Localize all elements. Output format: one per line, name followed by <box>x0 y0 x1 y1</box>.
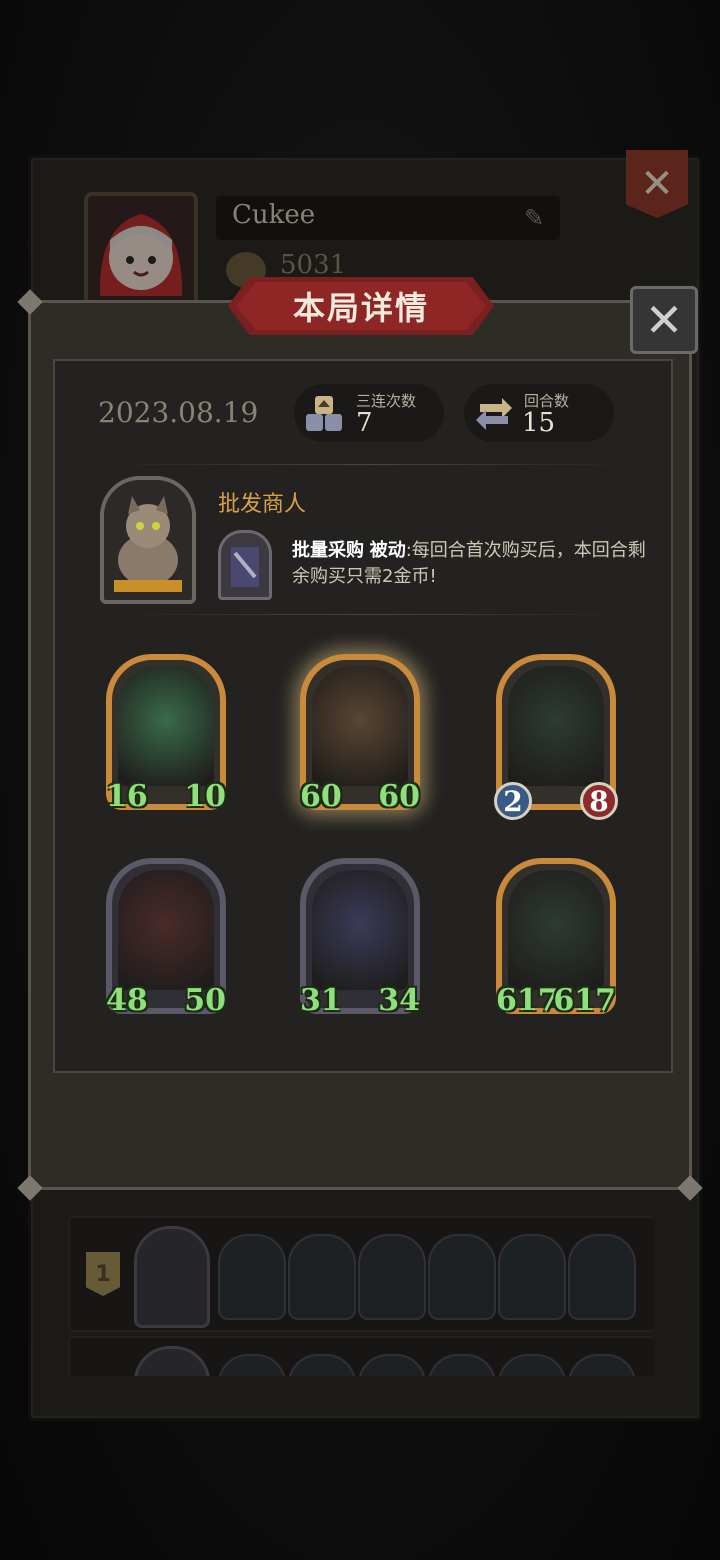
unit-portrait <box>312 870 408 990</box>
close-icon: ✕ <box>644 293 684 347</box>
modal-title: 本局详情 <box>292 289 429 327</box>
unit-portrait <box>508 870 604 990</box>
unit-portrait <box>508 666 604 786</box>
attack-value: 48 <box>106 983 148 1018</box>
skill-icon[interactable] <box>218 530 272 600</box>
health-value: 8 <box>580 782 618 820</box>
rounds-value: 15 <box>522 408 556 438</box>
attack-value: 617 <box>496 983 559 1018</box>
health-value: 617 <box>553 983 616 1018</box>
skill-description: 批量采购 被动:每回合首次购买后，本回合剩余购买只需2金币! <box>292 538 648 590</box>
health-value: 60 <box>378 779 420 814</box>
health-value: 34 <box>378 983 420 1018</box>
flytrap-golden-unit[interactable]: 617 617 <box>496 858 616 1018</box>
triples-value: 7 <box>356 408 373 438</box>
unit-portrait <box>312 666 408 786</box>
skill-name: 批量采购 <box>292 540 364 561</box>
health-value: 50 <box>184 983 226 1018</box>
rounds-cycle-icon <box>476 398 512 430</box>
divider <box>110 464 630 465</box>
vine-unit[interactable]: 16 10 <box>106 654 226 814</box>
merchant-name: 批发商人 <box>218 492 307 517</box>
triple-merge-icon <box>306 396 342 431</box>
health-value: 10 <box>184 779 226 814</box>
tomato-unit[interactable]: 48 50 <box>106 858 226 1018</box>
elf-unit[interactable]: 31 34 <box>300 858 420 1018</box>
close-button[interactable]: ✕ <box>630 286 698 354</box>
unit-portrait <box>118 870 214 990</box>
flytrap-unit[interactable]: 28 <box>494 654 618 820</box>
attack-value: 60 <box>300 779 342 814</box>
unit-portrait <box>118 666 214 786</box>
treant-unit[interactable]: 60 60 <box>300 654 420 814</box>
merchant-portrait[interactable] <box>100 476 196 604</box>
match-date: 2023.08.19 <box>98 396 259 429</box>
attack-value: 16 <box>106 779 148 814</box>
attack-value: 2 <box>494 782 532 820</box>
attack-value: 31 <box>300 983 342 1018</box>
skill-type: 被动 <box>369 540 406 561</box>
divider <box>110 614 630 615</box>
